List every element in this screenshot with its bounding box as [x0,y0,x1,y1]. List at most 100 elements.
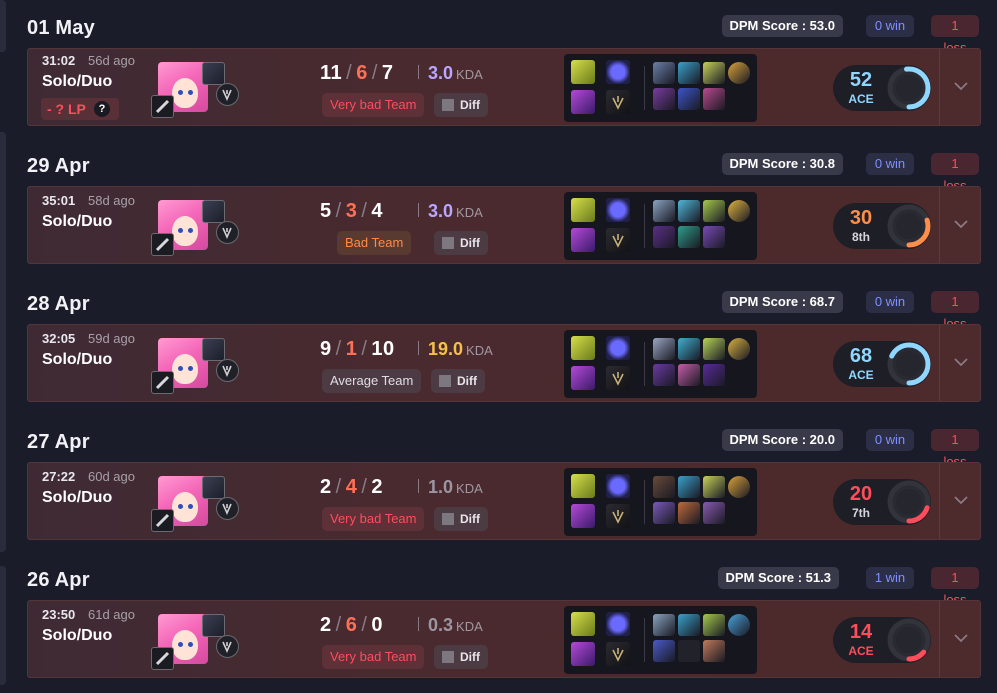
sorcery-rune-icon[interactable] [606,366,630,390]
diff-button[interactable]: Diff [434,507,488,531]
opponent-champion-icon[interactable] [202,62,225,85]
sorcery-rune-icon[interactable] [606,228,630,252]
dpm-score-badge: DPM Score : 51.3 [717,567,839,589]
diff-button[interactable]: Diff [434,93,488,117]
diff-label: Diff [460,512,480,526]
items-divider [644,480,645,524]
keystone-rune-icon[interactable] [571,198,595,222]
item-icon[interactable] [653,338,675,360]
match-card[interactable]: 31:02 56d ago Solo/Duo - ? LP? 11/6/7 3.0 KDA V… [27,48,981,126]
win-count-badge: 0 win [866,429,914,451]
shard-rune-icon[interactable] [606,474,630,498]
item-icon[interactable] [678,226,700,248]
item-icon[interactable] [653,200,675,222]
item-icon[interactable] [703,476,725,498]
kda-separator: / [361,476,368,498]
item-icon[interactable] [728,476,750,498]
item-icon[interactable] [703,338,725,360]
diff-button[interactable]: Diff [434,645,488,669]
secondary-tree-icon[interactable] [571,504,595,528]
keystone-rune-icon[interactable] [571,474,595,498]
shard-rune-icon[interactable] [606,336,630,360]
opponent-champion-icon[interactable] [202,338,225,361]
expand-button[interactable] [939,601,982,677]
item-icon[interactable] [653,476,675,498]
diff-label: Diff [460,650,480,664]
opponent-champion-icon[interactable] [202,476,225,499]
secondary-tree-icon[interactable] [571,642,595,666]
item-icon[interactable] [728,614,750,636]
item-icon[interactable] [653,88,675,110]
score-value: 20 [849,483,873,505]
match-card[interactable]: 35:01 58d ago Solo/Duo 5/3/4 3.0 KDA Bad Team D… [27,186,981,264]
match-card[interactable]: 23:50 61d ago Solo/Duo 2/6/0 0.3 KDA Very bad … [27,600,981,678]
item-icon[interactable] [728,338,750,360]
item-icon[interactable] [678,200,700,222]
item-icon[interactable] [653,502,675,524]
item-icon[interactable] [653,614,675,636]
item-icon[interactable] [678,88,700,110]
secondary-tree-icon[interactable] [571,366,595,390]
keystone-rune-icon[interactable] [571,60,595,84]
secondary-tree-icon[interactable] [571,90,595,114]
item-icon[interactable] [678,640,700,662]
shard-rune-icon[interactable] [606,60,630,84]
item-icon[interactable] [703,614,725,636]
score-value: 30 [849,207,873,229]
item-icon[interactable] [653,640,675,662]
opponent-champion-icon[interactable] [202,614,225,637]
item-icon[interactable] [653,364,675,386]
secondary-tree-icon[interactable] [571,228,595,252]
item-icon[interactable] [678,364,700,386]
item-icon[interactable] [678,614,700,636]
item-icon[interactable] [653,226,675,248]
diff-button[interactable]: Diff [434,231,488,255]
kda-ratio-value: 3.0 [428,63,454,83]
kda-separator: / [335,338,342,360]
keystone-rune-icon[interactable] [571,336,595,360]
diff-label: Diff [457,374,477,388]
sorcery-rune-icon[interactable] [606,642,630,666]
sorcery-rune-icon[interactable] [606,90,630,114]
win-count-badge: 0 win [866,291,914,313]
item-icon[interactable] [703,364,725,386]
champion-face [172,216,198,246]
match-card[interactable]: 32:05 59d ago Solo/Duo 9/1/10 19.0 KDA Average… [27,324,981,402]
expand-button[interactable] [939,49,982,125]
help-icon[interactable]: ? [94,101,110,117]
match-date: 01 May [27,17,95,39]
diff-button[interactable]: Diff [431,369,485,393]
kda-ratio: 19.0 KDA [428,339,493,360]
opponent-champion-icon[interactable] [202,200,225,223]
expand-button[interactable] [939,463,982,539]
item-icon[interactable] [703,62,725,84]
item-icon[interactable] [728,200,750,222]
item-icon[interactable] [678,476,700,498]
champion-eye [178,90,183,95]
expand-button[interactable] [939,187,982,263]
performance-score: 14 ACE [833,617,931,663]
item-icon[interactable] [703,88,725,110]
expand-button[interactable] [939,325,982,401]
item-icon[interactable] [653,62,675,84]
queue-type: Solo/Duo [42,489,113,506]
item-icon[interactable] [678,338,700,360]
item-icon[interactable] [678,502,700,524]
item-icon[interactable] [678,62,700,84]
kda-ratio: 3.0 KDA [428,63,483,84]
item-icon[interactable] [703,502,725,524]
item-icon[interactable] [703,200,725,222]
item-icon[interactable] [728,62,750,84]
sorcery-rune-icon[interactable] [606,504,630,528]
diff-icon [442,99,454,111]
score-rank: ACE [848,368,874,382]
champion-face [172,354,198,384]
keystone-rune-icon[interactable] [571,612,595,636]
match-card[interactable]: 27:22 60d ago Solo/Duo 2/4/2 1.0 KDA Very bad … [27,462,981,540]
shard-rune-icon[interactable] [606,612,630,636]
deaths: 1 [345,338,358,360]
shard-rune-icon[interactable] [606,198,630,222]
queue-type: Solo/Duo [42,627,113,644]
item-icon[interactable] [703,226,725,248]
item-icon[interactable] [703,640,725,662]
